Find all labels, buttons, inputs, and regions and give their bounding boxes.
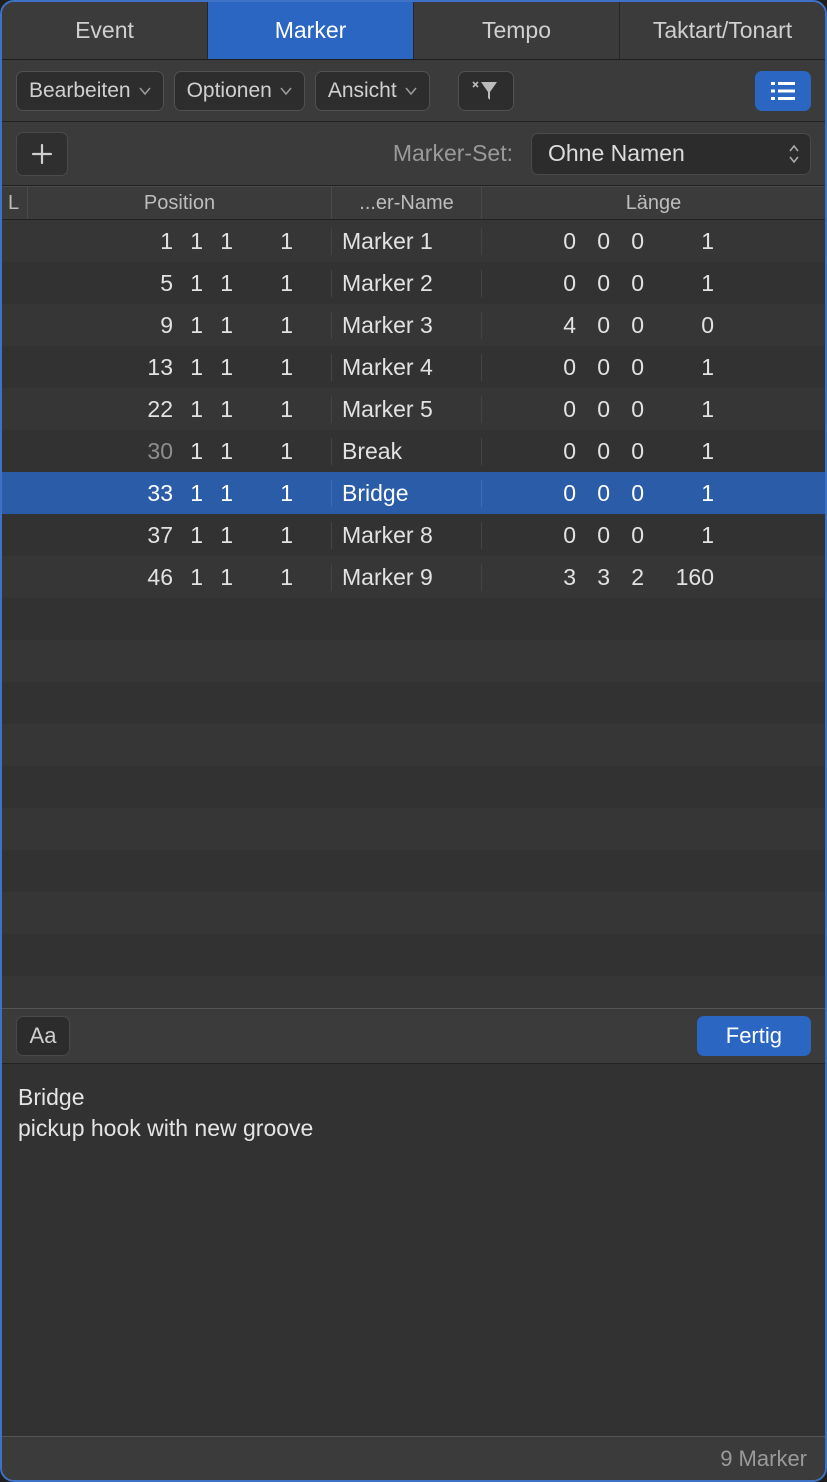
table-row-empty <box>2 598 825 640</box>
cell-position[interactable]: 46111 <box>28 564 332 591</box>
cell-name[interactable]: Marker 5 <box>332 396 482 423</box>
table-row[interactable]: 30111Break0001 <box>2 430 825 472</box>
cell-position[interactable]: 13111 <box>28 354 332 381</box>
chevron-down-icon <box>280 85 292 97</box>
updown-icon <box>788 144 800 164</box>
cell-length[interactable]: 332160 <box>482 564 825 591</box>
list-icon <box>771 82 795 100</box>
table-row[interactable]: 5111Marker 20001 <box>2 262 825 304</box>
tab-taktart-tonart[interactable]: Taktart/Tonart <box>620 2 825 59</box>
cell-position[interactable]: 37111 <box>28 522 332 549</box>
filter-icon <box>471 80 501 102</box>
marker-window: EventMarkerTempoTaktart/Tonart Bearbeite… <box>0 0 827 1482</box>
cell-name[interactable]: Bridge <box>332 480 482 507</box>
toolbar: Bearbeiten Optionen Ansicht <box>2 60 825 122</box>
cell-name[interactable]: Marker 3 <box>332 312 482 339</box>
list-view-button[interactable] <box>755 71 811 111</box>
table-row-empty <box>2 892 825 934</box>
cell-name[interactable]: Break <box>332 438 482 465</box>
view-menu[interactable]: Ansicht <box>315 71 430 111</box>
table-row[interactable]: 22111Marker 50001 <box>2 388 825 430</box>
cell-length[interactable]: 0001 <box>482 270 825 297</box>
notes-area[interactable]: Bridge pickup hook with new groove <box>2 1064 825 1436</box>
tab-tempo[interactable]: Tempo <box>414 2 620 59</box>
done-button-label: Fertig <box>726 1023 782 1049</box>
add-button[interactable] <box>16 132 68 176</box>
header-name[interactable]: ...er-Name <box>332 187 482 219</box>
cell-name[interactable]: Marker 2 <box>332 270 482 297</box>
options-menu[interactable]: Optionen <box>174 71 305 111</box>
notes-toolbar: Aa Fertig <box>2 1008 825 1064</box>
table-row[interactable]: 33111Bridge0001 <box>2 472 825 514</box>
filter-button[interactable] <box>458 71 514 111</box>
status-bar: 9 Marker <box>2 1436 825 1480</box>
done-button[interactable]: Fertig <box>697 1016 811 1056</box>
marker-set-row: Marker-Set: Ohne Namen <box>2 122 825 186</box>
table-row[interactable]: 1111Marker 10001 <box>2 220 825 262</box>
column-headers: L Position ...er-Name Länge <box>2 186 825 220</box>
table-row-empty <box>2 850 825 892</box>
cell-length[interactable]: 0001 <box>482 480 825 507</box>
cell-length[interactable]: 4000 <box>482 312 825 339</box>
header-length[interactable]: Länge <box>482 187 825 219</box>
cell-length[interactable]: 0001 <box>482 438 825 465</box>
header-position[interactable]: Position <box>28 187 332 219</box>
tab-marker[interactable]: Marker <box>208 2 414 59</box>
marker-set-value: Ohne Namen <box>548 140 685 167</box>
table-row[interactable]: 46111Marker 9332160 <box>2 556 825 598</box>
chevron-down-icon <box>139 85 151 97</box>
table-row-empty <box>2 766 825 808</box>
table-row[interactable]: 13111Marker 40001 <box>2 346 825 388</box>
table-row-empty <box>2 682 825 724</box>
table-row[interactable]: 37111Marker 80001 <box>2 514 825 556</box>
cell-position[interactable]: 1111 <box>28 228 332 255</box>
cell-position[interactable]: 5111 <box>28 270 332 297</box>
cell-name[interactable]: Marker 4 <box>332 354 482 381</box>
cell-name[interactable]: Marker 8 <box>332 522 482 549</box>
status-text: 9 Marker <box>720 1446 807 1472</box>
cell-length[interactable]: 0001 <box>482 396 825 423</box>
edit-menu-label: Bearbeiten <box>29 79 131 103</box>
view-menu-label: Ansicht <box>328 79 397 103</box>
cell-position[interactable]: 22111 <box>28 396 332 423</box>
tabs: EventMarkerTempoTaktart/Tonart <box>2 2 825 60</box>
table-row-empty <box>2 808 825 850</box>
marker-set-select[interactable]: Ohne Namen <box>531 133 811 175</box>
options-menu-label: Optionen <box>187 79 272 103</box>
header-lock[interactable]: L <box>2 187 28 219</box>
table-row[interactable]: 9111Marker 34000 <box>2 304 825 346</box>
font-button[interactable]: Aa <box>16 1016 70 1056</box>
table-row-empty <box>2 640 825 682</box>
cell-length[interactable]: 0001 <box>482 228 825 255</box>
cell-name[interactable]: Marker 9 <box>332 564 482 591</box>
cell-position[interactable]: 30111 <box>28 438 332 465</box>
cell-position[interactable]: 33111 <box>28 480 332 507</box>
table-row-empty <box>2 976 825 1008</box>
table-row-empty <box>2 724 825 766</box>
plus-icon <box>31 143 53 165</box>
chevron-down-icon <box>405 85 417 97</box>
cell-position[interactable]: 9111 <box>28 312 332 339</box>
tab-event[interactable]: Event <box>2 2 208 59</box>
font-button-label: Aa <box>30 1023 57 1049</box>
table-row-empty <box>2 934 825 976</box>
marker-set-label: Marker-Set: <box>393 140 513 167</box>
cell-length[interactable]: 0001 <box>482 522 825 549</box>
edit-menu[interactable]: Bearbeiten <box>16 71 164 111</box>
marker-table[interactable]: 1111Marker 100015111Marker 200019111Mark… <box>2 220 825 1008</box>
cell-length[interactable]: 0001 <box>482 354 825 381</box>
cell-name[interactable]: Marker 1 <box>332 228 482 255</box>
